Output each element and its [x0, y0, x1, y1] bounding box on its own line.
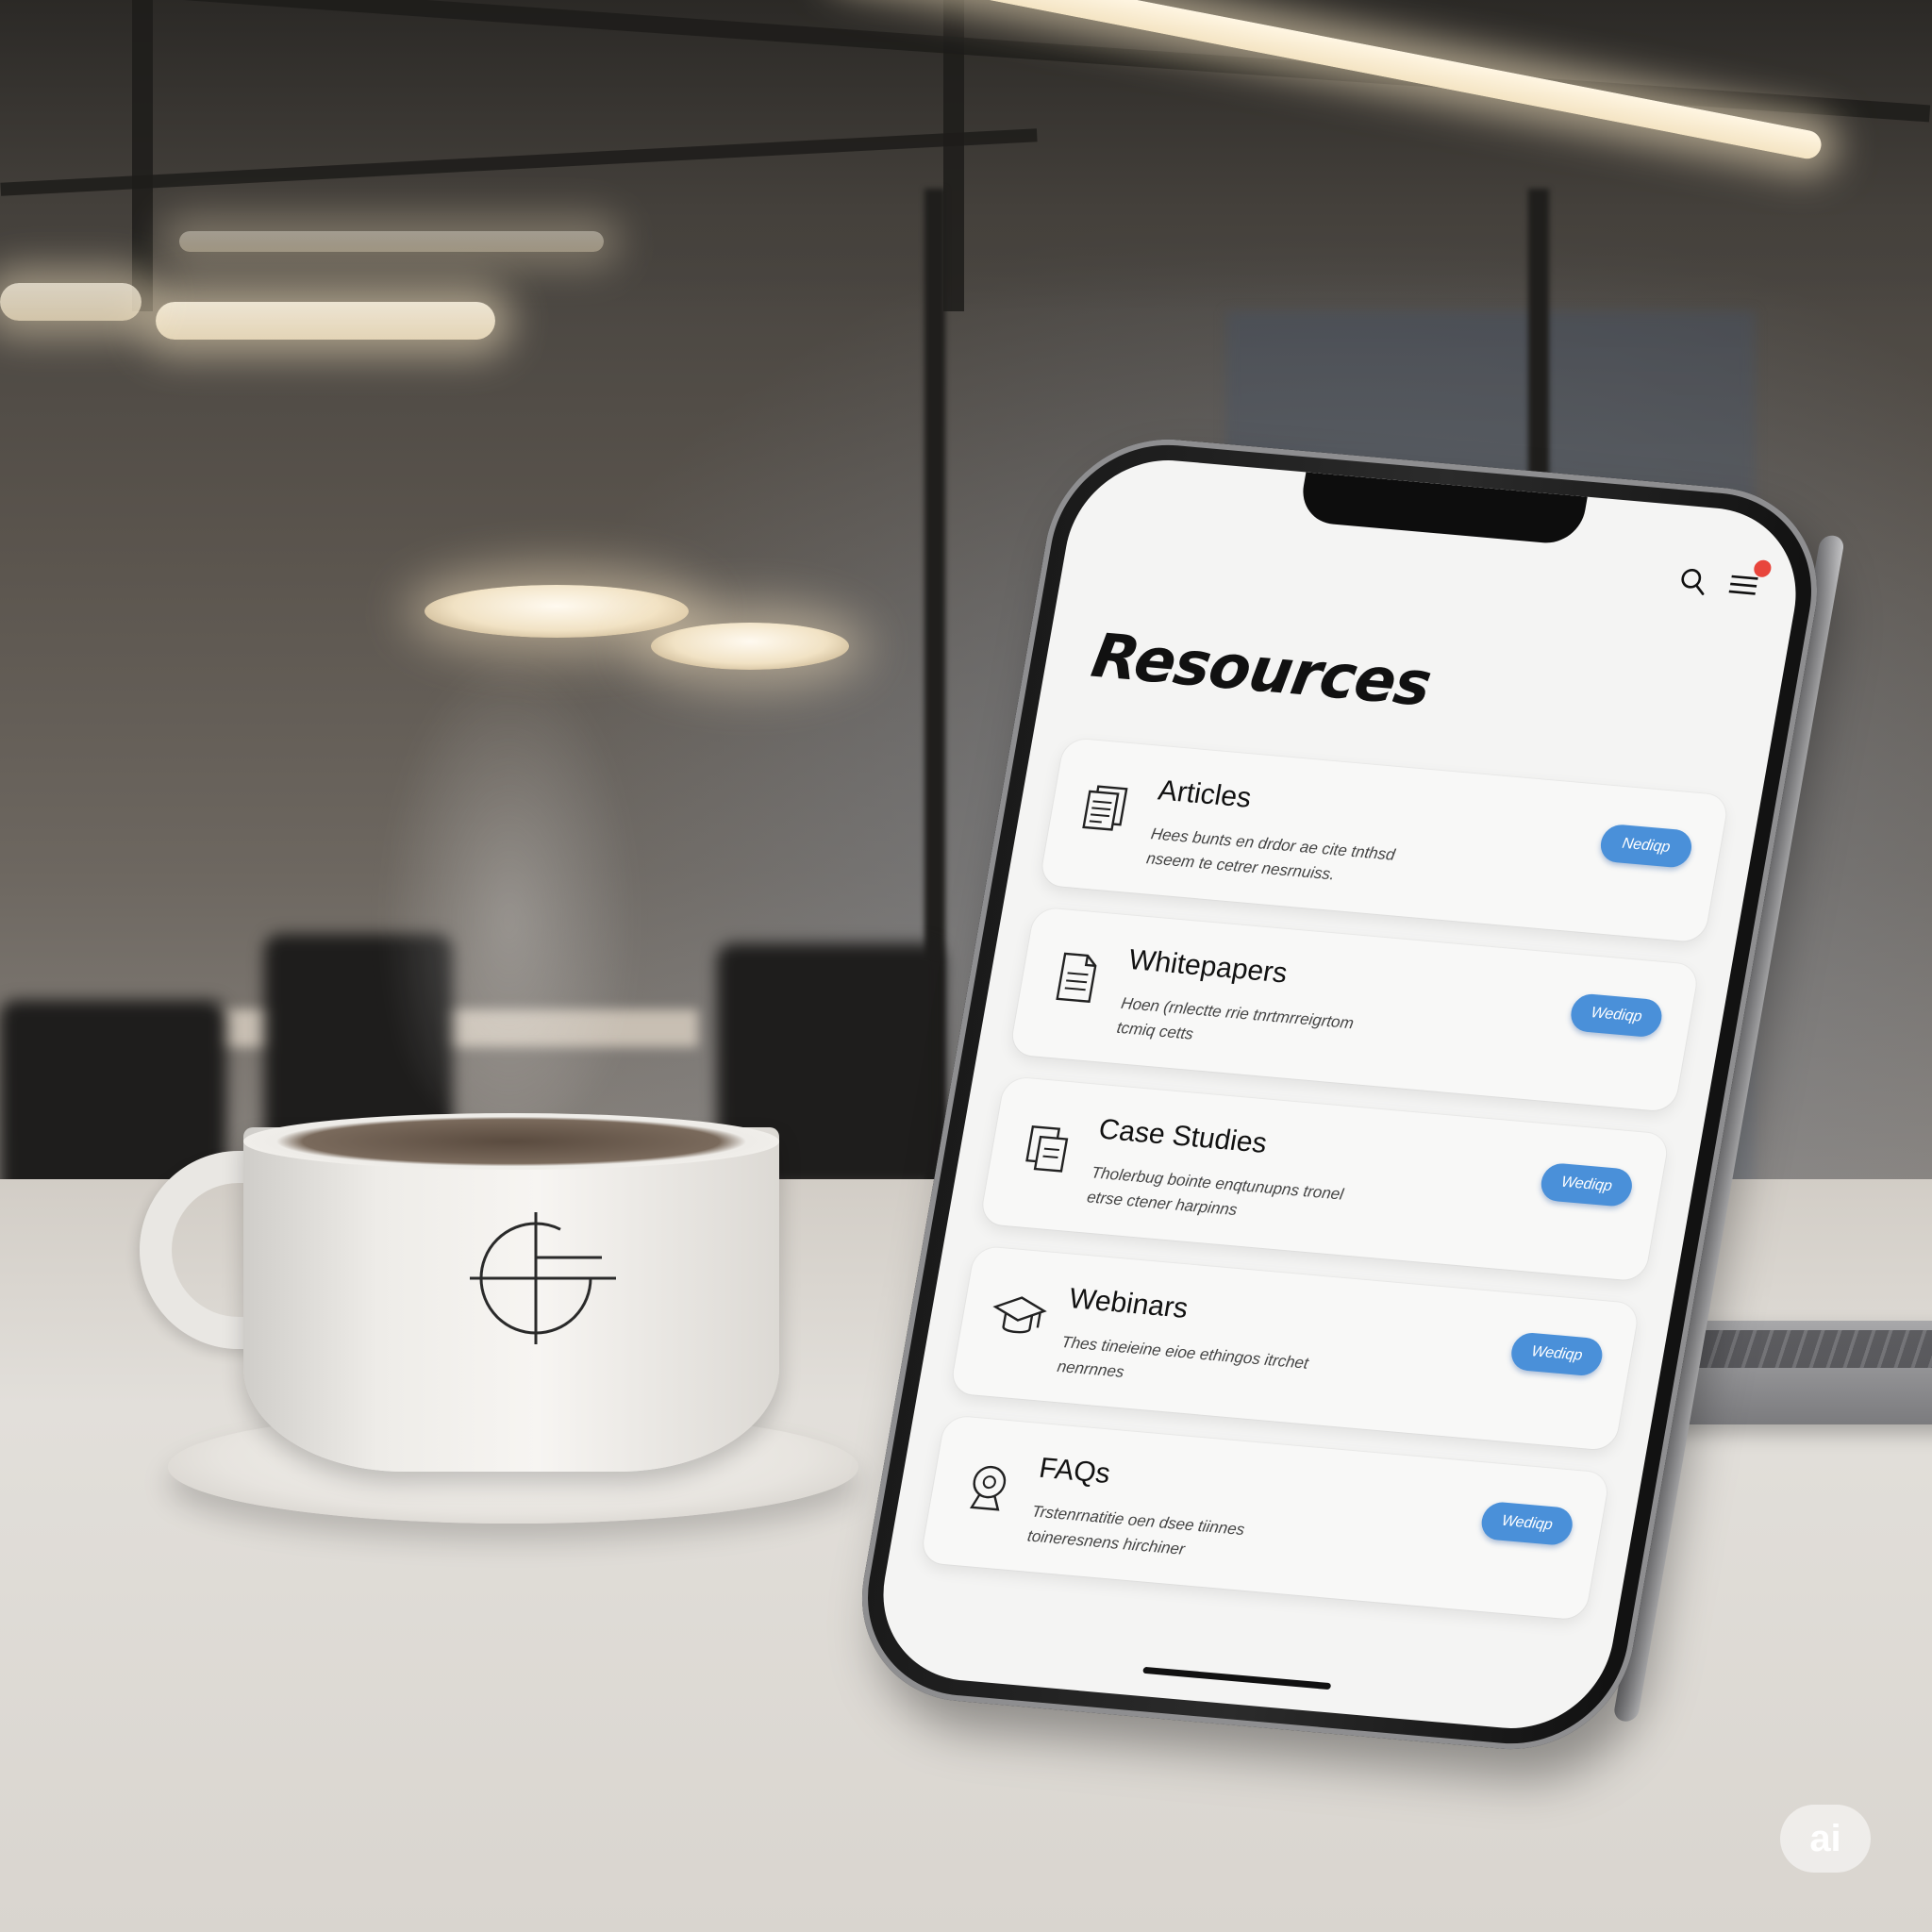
search-icon — [1681, 568, 1705, 595]
help-bubble-icon — [969, 1465, 1007, 1511]
ceiling-beam — [132, 0, 153, 311]
notification-dot — [1752, 558, 1773, 578]
document-icon — [1056, 952, 1097, 1004]
folder-files-icon — [1025, 1124, 1069, 1173]
card-action-button[interactable]: Wediqp — [1478, 1500, 1575, 1547]
card-action-button[interactable]: Wediqp — [1508, 1331, 1606, 1377]
menu-button[interactable] — [1724, 558, 1773, 604]
card-description: Hoen (rnlectte rrie tnrtmrreigrtom tcmiq… — [1115, 993, 1356, 1043]
resource-card-webinars[interactable]: Webinars Thes tineieine eioe ethingos it… — [949, 1245, 1641, 1452]
resource-list: Articles Hees bunts en drdor ae cite tnt… — [920, 737, 1730, 1621]
resource-card-whitepapers[interactable]: Whitepapers Hoen (rnlectte rrie tnrtmrre… — [1009, 907, 1700, 1112]
card-action-button[interactable]: Wediqp — [1568, 992, 1665, 1039]
document-stack-icon — [1082, 785, 1128, 831]
search-button[interactable] — [1673, 562, 1712, 599]
card-action-button[interactable]: Nediqp — [1597, 823, 1695, 869]
top-toolbar — [1673, 558, 1773, 604]
card-description: Thes tineieine eioe ethingos itrchet nen… — [1056, 1332, 1310, 1381]
card-description: Tholerbug bointe enqtunupns tronel etrse… — [1085, 1163, 1345, 1220]
photo-scene: Resources Articles Hees bunts en drdor a… — [0, 0, 1932, 1932]
home-indicator[interactable] — [1142, 1666, 1332, 1690]
steam — [358, 604, 660, 1132]
mug-rim — [243, 1113, 779, 1170]
menu-icon — [1728, 575, 1758, 595]
ceiling-beam — [943, 0, 964, 311]
card-title: Webinars — [1066, 1282, 1191, 1324]
resource-card-faqs[interactable]: FAQs Trstenrnatitie oen dsee tiinnes toi… — [920, 1415, 1610, 1621]
ceiling-light — [179, 231, 604, 252]
mug-logo — [470, 1212, 616, 1344]
card-title: FAQs — [1037, 1452, 1113, 1491]
card-description: Hees bunts en drdor ae cite tnthsd nseem… — [1144, 824, 1397, 884]
ceiling-light — [156, 302, 495, 340]
pendant-lamp — [651, 623, 849, 670]
graduation-cap-icon — [992, 1296, 1047, 1334]
card-description: Trstenrnatitie oen dsee tiinnes toineres… — [1025, 1502, 1246, 1558]
resource-card-articles[interactable]: Articles Hees bunts en drdor ae cite tnt… — [1039, 737, 1730, 943]
coffee-mug — [243, 1127, 779, 1472]
card-action-button[interactable]: Wediqp — [1538, 1161, 1636, 1208]
card-title: Articles — [1156, 774, 1254, 814]
ceiling-light — [0, 283, 142, 321]
card-title: Whitepapers — [1125, 943, 1291, 990]
page-title: Resources — [1086, 621, 1436, 721]
card-title: Case Studies — [1096, 1113, 1270, 1159]
watermark-badge: ai — [1780, 1805, 1871, 1873]
resource-card-case-studies[interactable]: Case Studies Tholerbug bointe enqtunupns… — [979, 1076, 1670, 1282]
